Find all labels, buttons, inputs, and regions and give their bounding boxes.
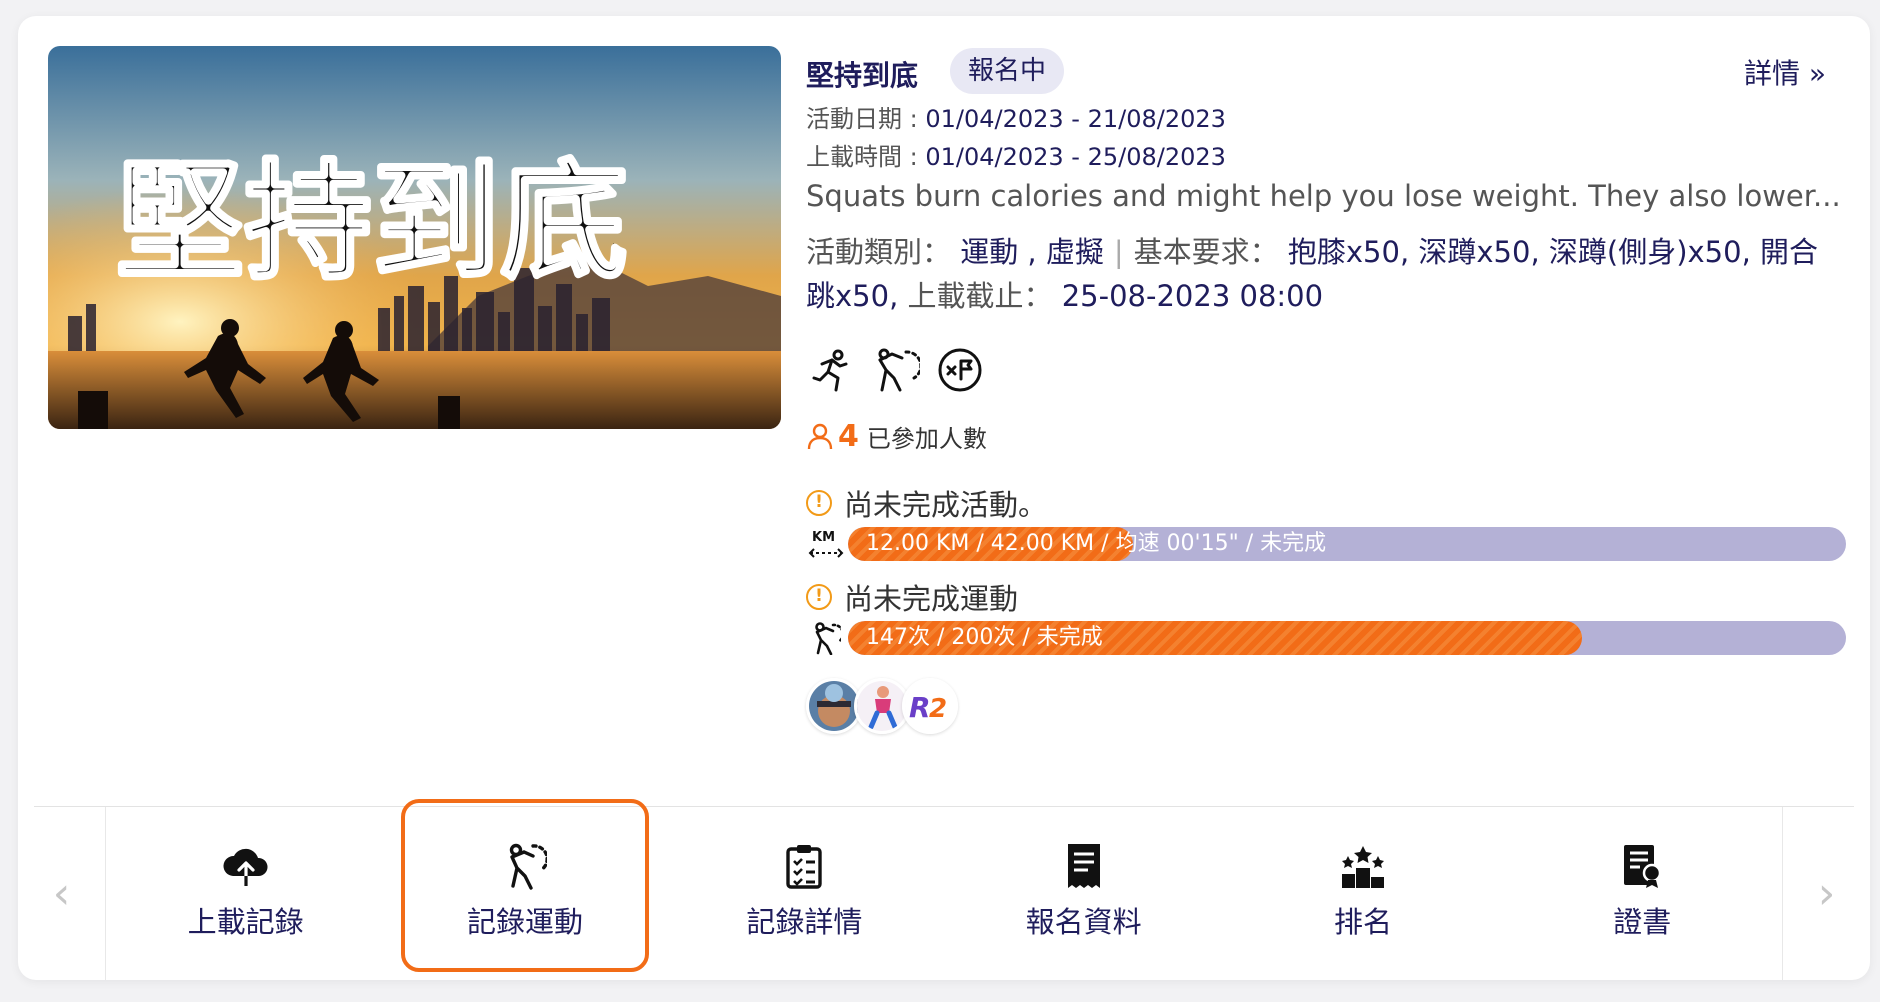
exercise-status-text: 尚未完成運動 bbox=[844, 582, 1019, 616]
participants-label: 已參加人數 bbox=[866, 424, 987, 453]
upload-time-value: 01/04/2023 - 25/08/2023 bbox=[925, 143, 1226, 171]
event-card: 堅持到底 堅持到底 報名中 詳情 » 活動日期 : 01/04/2023 - 2… bbox=[18, 16, 1870, 980]
exercise-status: ! 尚未完成運動 bbox=[806, 576, 1846, 618]
svg-text:KM: KM bbox=[812, 530, 835, 545]
prev-arrow-button[interactable]: ‹ bbox=[18, 807, 106, 980]
progress-block-exercise: ! 尚未完成運動 147次 / 200次 / 未完成 bbox=[806, 576, 1846, 658]
activity-date-label: 活動日期 : bbox=[806, 105, 926, 133]
svg-text:2: 2 bbox=[929, 694, 947, 724]
activity-progress-bar: 12.00 KM / 42.00 KM / 均速 00'15" / 未完成 bbox=[848, 527, 1846, 561]
ranking-podium-icon bbox=[1338, 841, 1388, 891]
person-icon bbox=[807, 423, 833, 450]
running-icon bbox=[806, 344, 858, 396]
warning-icon: ! bbox=[806, 490, 832, 516]
tab-registration-info[interactable]: 報名資料 bbox=[944, 807, 1223, 980]
event-banner-image[interactable]: 堅持到底 bbox=[48, 46, 781, 429]
category-value: 運動 , 虛擬 bbox=[960, 235, 1104, 269]
bottom-nav: ‹ 上載記錄 記錄運動 記錄詳情 報名資料 排名 證書 › bbox=[18, 799, 1870, 980]
event-info: 堅持到底 報名中 詳情 » 活動日期 : 01/04/2023 - 21/08/… bbox=[806, 46, 1846, 734]
tab-label: 排名 bbox=[1333, 905, 1392, 939]
requirement-label: 基本要求： bbox=[1133, 235, 1288, 269]
exercise-icon bbox=[806, 620, 846, 656]
km-distance-icon: KM bbox=[806, 526, 846, 562]
deadline-label: 上載截止： bbox=[898, 279, 1062, 313]
progress-block-activity: ! 尚未完成活動。 KM 12.00 KM / 42.00 KM / 均速 00… bbox=[806, 482, 1846, 564]
tab-ranking[interactable]: 排名 bbox=[1223, 807, 1502, 980]
clipboard-list-icon bbox=[779, 841, 829, 891]
tab-record-details[interactable]: 記錄詳情 bbox=[665, 807, 944, 980]
deadline-value: 25-08-2023 08:00 bbox=[1061, 279, 1324, 313]
next-arrow-button[interactable]: › bbox=[1782, 807, 1870, 980]
participants-number: 4 bbox=[838, 418, 859, 454]
activity-icons bbox=[806, 340, 1846, 400]
tab-label: 記錄運動 bbox=[466, 905, 583, 939]
svg-text:R: R bbox=[909, 691, 931, 724]
certificate-icon bbox=[1617, 841, 1667, 891]
activity-date-value: 01/04/2023 - 21/08/2023 bbox=[925, 105, 1226, 133]
details-link[interactable]: 詳情 » bbox=[1744, 52, 1826, 92]
event-title: 堅持到底 bbox=[806, 59, 919, 92]
event-meta: 活動類別： 運動 , 虛擬 | 基本要求： 抱膝x50, 深蹲x50, 深蹲(側身)… bbox=[806, 230, 1846, 318]
meta-separator: | bbox=[1113, 235, 1124, 269]
tab-certificate[interactable]: 證書 bbox=[1503, 807, 1782, 980]
stretch-exercise-icon bbox=[870, 344, 922, 396]
tab-upload-record[interactable]: 上載記錄 bbox=[106, 807, 385, 980]
activity-progress-text: 12.00 KM / 42.00 KM / 均速 00'15" / 未完成 bbox=[866, 531, 1327, 556]
activity-status: ! 尚未完成活動。 bbox=[806, 482, 1846, 524]
warning-icon: ! bbox=[806, 584, 832, 610]
category-label: 活動類別： bbox=[806, 235, 961, 269]
activity-status-text: 尚未完成活動。 bbox=[844, 488, 1048, 522]
tab-record-exercise[interactable]: 記錄運動 bbox=[385, 799, 664, 980]
upload-time-label: 上載時間 : bbox=[806, 143, 926, 171]
activity-date-line: 活動日期 : 01/04/2023 - 21/08/2023 bbox=[806, 100, 1846, 138]
tab-label: 報名資料 bbox=[1025, 905, 1142, 939]
participant-avatars: R 2 bbox=[806, 678, 1846, 734]
avatar-r2-logo[interactable]: R 2 bbox=[902, 678, 958, 734]
cloud-upload-icon bbox=[221, 841, 271, 891]
status-badge: 報名中 bbox=[950, 48, 1065, 94]
receipt-icon bbox=[1059, 841, 1109, 891]
banner-title-text: 堅持到底 bbox=[116, 147, 628, 297]
x-flag-icon bbox=[934, 344, 986, 396]
exercise-progress-text: 147次 / 200次 / 未完成 bbox=[866, 625, 1103, 650]
nav-tabs: 上載記錄 記錄運動 記錄詳情 報名資料 排名 證書 bbox=[106, 799, 1782, 980]
participants-count: 4 已參加人數 bbox=[806, 416, 1846, 456]
exercise-record-icon bbox=[500, 841, 550, 891]
exercise-progress-bar: 147次 / 200次 / 未完成 bbox=[848, 621, 1846, 655]
event-description: Squats burn calories and might help you … bbox=[806, 179, 1841, 213]
tab-label: 記錄詳情 bbox=[746, 905, 863, 939]
tab-label: 上載記錄 bbox=[187, 905, 304, 939]
upload-time-line: 上載時間 : 01/04/2023 - 25/08/2023 bbox=[806, 138, 1846, 176]
tab-label: 證書 bbox=[1613, 905, 1672, 939]
